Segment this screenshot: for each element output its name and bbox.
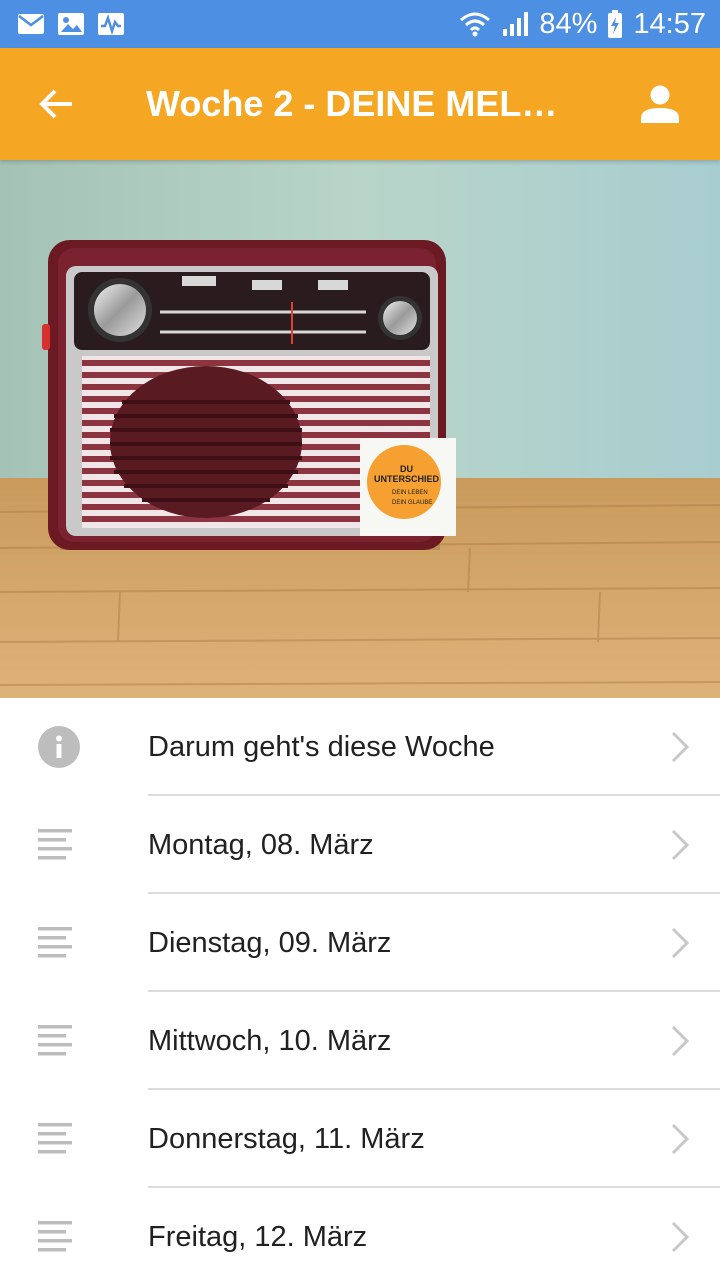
sticker-word-unterschied: UNTERSCHIED: [374, 474, 440, 484]
text-lines-icon: [38, 1221, 72, 1252]
image-icon: [58, 13, 84, 35]
profile-button[interactable]: [600, 48, 720, 160]
status-bar: 84% 14:57: [0, 0, 720, 48]
sticker: DU UNTERSCHIED DEIN LEBEN DEIN GLAUBE: [360, 438, 456, 536]
list-item-dienstag[interactable]: Dienstag, 09. März: [0, 894, 720, 992]
system-status: 84% 14:57: [459, 8, 706, 41]
list-item-donnerstag[interactable]: Donnerstag, 11. März: [0, 1090, 720, 1188]
app-bar: Woche 2 - DEINE MEL…: [0, 48, 720, 160]
chevron-right-icon: [671, 731, 689, 763]
list-item-label: Freitag, 12. März: [148, 1220, 368, 1253]
sticker-line-3: DEIN LEBEN: [392, 490, 428, 496]
page-title: Woche 2 - DEINE MEL…: [146, 83, 558, 124]
list-item-label: Dienstag, 09. März: [148, 926, 392, 959]
list-item-label: Mittwoch, 10. März: [148, 1024, 392, 1057]
back-button[interactable]: [0, 48, 112, 160]
list-item-label: Donnerstag, 11. März: [148, 1122, 425, 1155]
list-item-montag[interactable]: Montag, 08. März: [0, 796, 720, 894]
radio-photo: DU UNTERSCHIED DEIN LEBEN DEIN GLAUBE: [0, 160, 720, 698]
signal-icon: [503, 12, 529, 36]
clock: 14:57: [633, 7, 706, 40]
person-icon: [641, 85, 679, 123]
text-lines-icon: [38, 1123, 72, 1154]
notification-icons: [18, 13, 124, 35]
chevron-right-icon: [671, 829, 689, 861]
chevron-right-icon: [671, 1025, 689, 1057]
chevron-right-icon: [671, 927, 689, 959]
chevron-right-icon: [671, 1221, 689, 1253]
hero-image: DU UNTERSCHIED DEIN LEBEN DEIN GLAUBE: [0, 160, 720, 698]
chevron-right-icon: [671, 1123, 689, 1155]
sticker-line-4: DEIN GLAUBE: [392, 500, 432, 506]
list-item-label: Darum geht's diese Woche: [148, 730, 495, 763]
day-list: Darum geht's diese Woche Montag, 08. Mär…: [0, 698, 720, 1280]
list-item-freitag[interactable]: Freitag, 12. März: [0, 1188, 720, 1280]
activity-icon: [98, 13, 124, 35]
text-lines-icon: [38, 1025, 72, 1056]
sticker-word-du: DU: [400, 464, 413, 474]
text-lines-icon: [38, 927, 72, 958]
list-item-mittwoch[interactable]: Mittwoch, 10. März: [0, 992, 720, 1090]
info-icon: [38, 726, 80, 768]
mail-icon: [18, 14, 44, 34]
battery-percent: 84%: [539, 7, 598, 40]
text-lines-icon: [38, 829, 72, 860]
wifi-icon: [460, 12, 491, 37]
battery-charging-icon: [608, 10, 623, 38]
list-item-label: Montag, 08. März: [148, 828, 374, 861]
arrow-left-icon: [39, 89, 72, 119]
list-item-intro[interactable]: Darum geht's diese Woche: [0, 698, 720, 796]
